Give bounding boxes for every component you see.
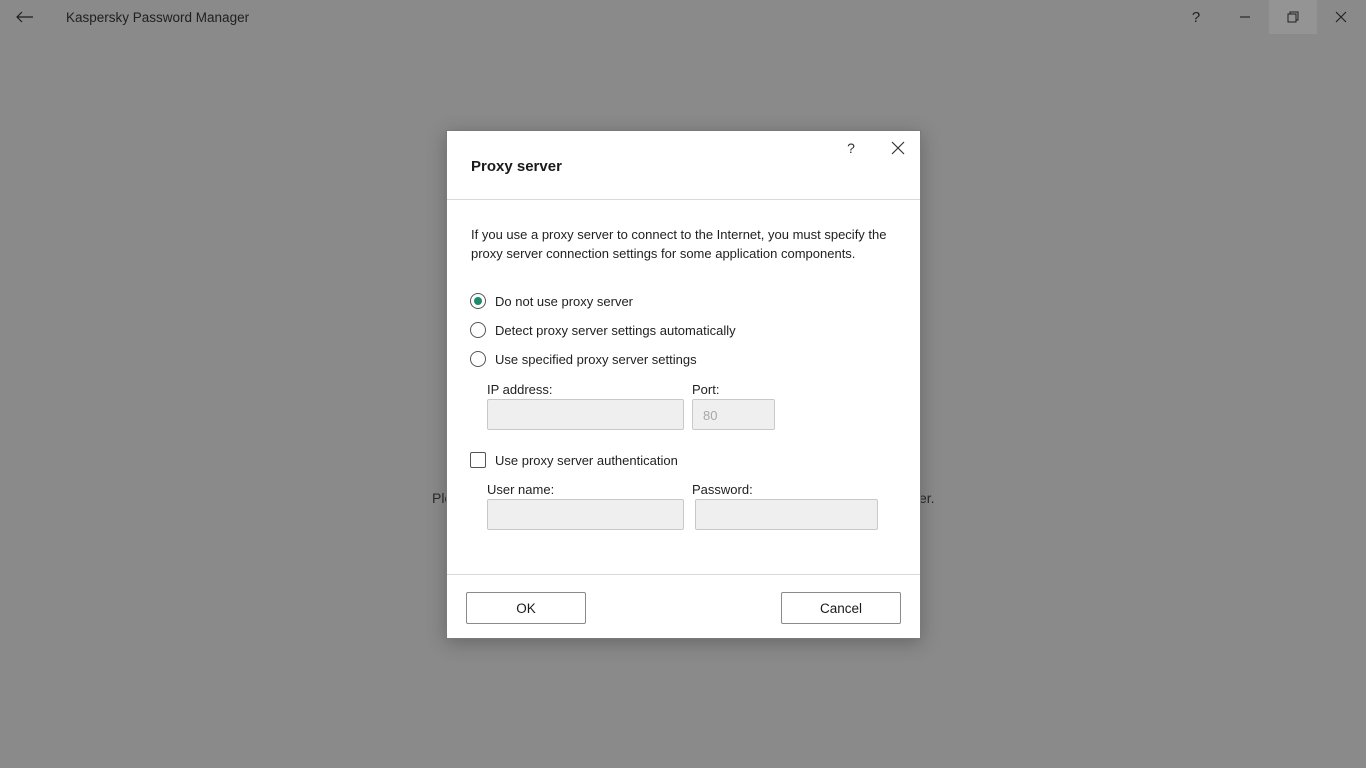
dialog-help-button[interactable]: ? [841, 137, 861, 159]
auth-checkbox-label: Use proxy server authentication [495, 452, 678, 468]
close-button[interactable] [1317, 0, 1365, 34]
minimize-button[interactable] [1221, 0, 1269, 34]
help-button[interactable]: ? [1172, 0, 1220, 34]
username-label: User name: [487, 482, 555, 497]
auth-checkbox-row[interactable]: Use proxy server authentication [470, 452, 678, 468]
background-text-right: er. [919, 490, 935, 506]
radio-use-specified[interactable]: Use specified proxy server settings [470, 351, 697, 367]
close-icon [891, 141, 905, 155]
dialog-header: Proxy server ? [447, 131, 920, 200]
proxy-server-dialog: Proxy server ? If you use a proxy server… [446, 130, 921, 639]
dialog-title: Proxy server [471, 158, 562, 175]
radio-label: Use specified proxy server settings [495, 351, 697, 367]
radio-button[interactable] [470, 322, 486, 338]
app-title: Kaspersky Password Manager [66, 10, 250, 25]
ip-address-label: IP address: [487, 382, 553, 397]
minimize-icon [1240, 16, 1250, 18]
close-icon [1335, 11, 1347, 23]
ip-address-input[interactable] [487, 399, 684, 430]
dialog-description: If you use a proxy server to connect to … [471, 227, 887, 261]
question-icon: ? [847, 140, 855, 156]
port-input[interactable]: 80 [692, 399, 775, 430]
radio-detect-auto[interactable]: Detect proxy server settings automatical… [470, 322, 736, 338]
auth-checkbox[interactable] [470, 452, 486, 468]
radio-button[interactable] [470, 351, 486, 367]
restore-icon [1287, 11, 1299, 23]
back-button[interactable] [10, 4, 40, 30]
radio-button[interactable] [470, 293, 486, 309]
radio-label: Detect proxy server settings automatical… [495, 322, 736, 338]
radio-label: Do not use proxy server [495, 293, 634, 309]
back-arrow-icon [16, 11, 33, 23]
port-label: Port: [692, 382, 720, 397]
radio-no-proxy[interactable]: Do not use proxy server [470, 293, 633, 309]
dialog-close-button[interactable] [887, 137, 909, 159]
title-bar: Kaspersky Password Manager ? [0, 0, 1366, 36]
cancel-button[interactable]: Cancel [781, 592, 901, 624]
ok-button[interactable]: OK [466, 592, 586, 624]
help-icon: ? [1191, 8, 1201, 26]
dialog-footer-divider [447, 574, 920, 575]
password-label: Password: [692, 482, 753, 497]
password-input[interactable] [695, 499, 878, 530]
username-input[interactable] [487, 499, 684, 530]
restore-button[interactable] [1269, 0, 1317, 34]
